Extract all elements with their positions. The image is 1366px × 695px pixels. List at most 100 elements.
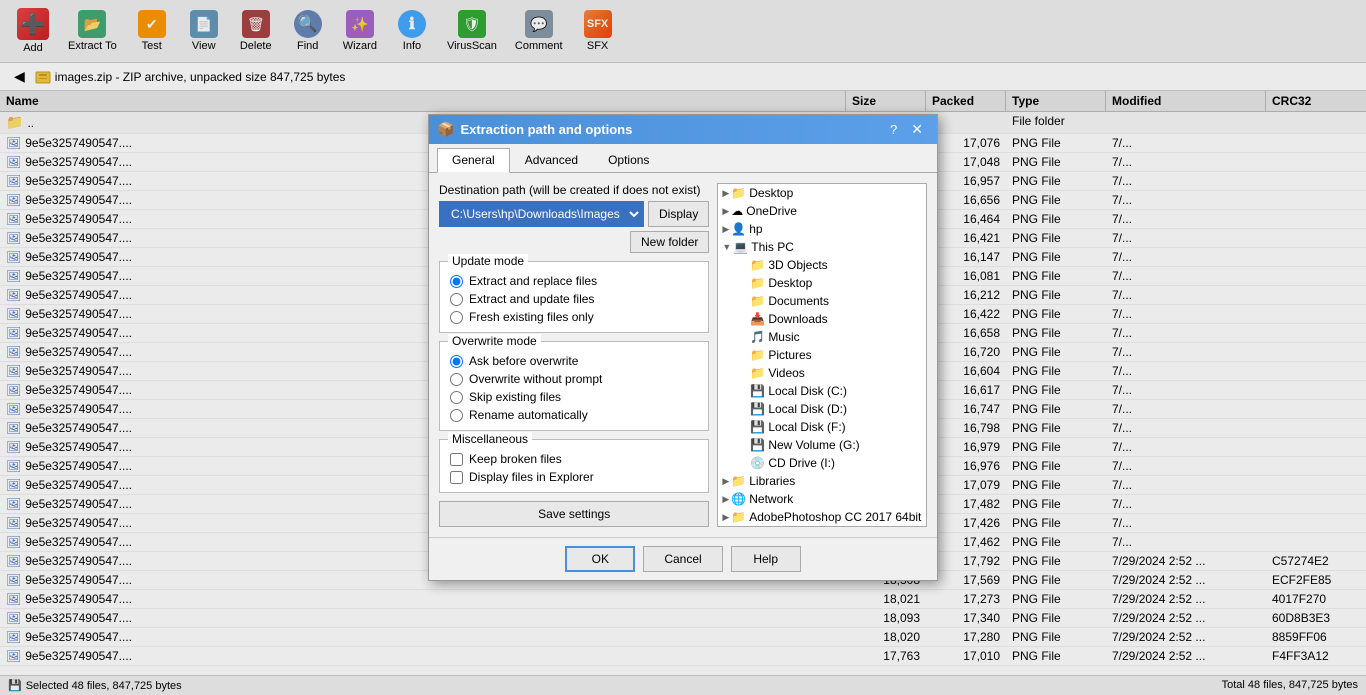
expand-icon[interactable]: ▶ <box>722 206 729 217</box>
tree-item-icon: 💾 <box>750 420 765 434</box>
tree-item[interactable]: 💿 CD Drive (I:) <box>718 454 926 472</box>
dialog-titlebar: 📦 Extraction path and options ? ✕ <box>429 115 937 144</box>
overwrite-mode-section: Overwrite mode Ask before overwrite Over… <box>439 341 709 431</box>
display-button[interactable]: Display <box>648 201 709 227</box>
save-settings-button[interactable]: Save settings <box>439 501 709 527</box>
help-button[interactable]: Help <box>731 546 801 572</box>
dialog-overlay: 📦 Extraction path and options ? ✕ Genera… <box>0 0 1366 695</box>
dest-path-section: Destination path (will be created if doe… <box>439 183 709 253</box>
radio-extract-replace[interactable]: Extract and replace files <box>450 274 698 288</box>
tree-item[interactable]: 💾 Local Disk (F:) <box>718 418 926 436</box>
tab-general[interactable]: General <box>437 148 510 173</box>
tree-item[interactable]: ▶ 📁 Desktop <box>718 184 926 202</box>
misc-section: Miscellaneous Keep broken files Display … <box>439 439 709 493</box>
checkbox-display-explorer[interactable]: Display files in Explorer <box>450 470 698 484</box>
tree-item[interactable]: 📁 3D Objects <box>718 256 926 274</box>
ok-button[interactable]: OK <box>565 546 635 572</box>
tree-item[interactable]: 💾 Local Disk (D:) <box>718 400 926 418</box>
tree-item-icon: 📁 <box>731 186 746 200</box>
dialog-buttons: OK Cancel Help <box>429 537 937 580</box>
radio-ask-before[interactable]: Ask before overwrite <box>450 354 698 368</box>
tree-item-icon: 💿 <box>750 456 765 470</box>
tree-item-icon: 📁 <box>750 294 765 308</box>
dialog-help-button[interactable]: ? <box>884 121 903 138</box>
folder-tree: ▶ 📁 Desktop ▶ ☁ OneDrive ▶ 👤 hp ▼ 💻 This… <box>718 184 926 526</box>
tree-item[interactable]: 📁 Videos <box>718 364 926 382</box>
tree-item-icon: 📁 <box>731 474 746 488</box>
cancel-button[interactable]: Cancel <box>643 546 722 572</box>
tree-item-icon: 💻 <box>733 240 748 254</box>
dialog-body: Destination path (will be created if doe… <box>429 173 937 537</box>
tree-item-label: Desktop <box>768 276 812 290</box>
tree-scrollbar[interactable] <box>911 275 927 500</box>
misc-title: Miscellaneous <box>448 432 532 446</box>
tree-item-label: This PC <box>751 240 794 254</box>
tree-item-label: Desktop <box>749 186 793 200</box>
dest-path-input[interactable]: C:\Users\hp\Downloads\Images <box>439 201 644 227</box>
dest-path-label: Destination path (will be created if doe… <box>439 183 709 197</box>
tree-item-label: Videos <box>768 366 804 380</box>
tree-item[interactable]: ▶ 👤 hp <box>718 220 926 238</box>
tree-item[interactable]: 💾 Local Disk (C:) <box>718 382 926 400</box>
tree-item-icon: 💾 <box>750 384 765 398</box>
extraction-dialog: 📦 Extraction path and options ? ✕ Genera… <box>428 114 938 581</box>
dialog-tree-panel: ▶ 📁 Desktop ▶ ☁ OneDrive ▶ 👤 hp ▼ 💻 This… <box>717 183 927 527</box>
tree-item-label: Libraries <box>749 474 795 488</box>
radio-skip-existing[interactable]: Skip existing files <box>450 390 698 404</box>
tree-item-icon: 💾 <box>750 438 765 452</box>
tree-item-icon: 📁 <box>750 276 765 290</box>
radio-fresh-only[interactable]: Fresh existing files only <box>450 310 698 324</box>
tab-advanced[interactable]: Advanced <box>510 148 593 172</box>
tree-item-icon: 🌐 <box>731 492 746 506</box>
tree-item[interactable]: ▶ 📁 AdobePhotoshop CC 2017 64bit <box>718 508 926 526</box>
tree-item[interactable]: 💾 New Volume (G:) <box>718 436 926 454</box>
tree-item-icon: 👤 <box>731 222 746 236</box>
tree-item-icon: 📁 <box>750 348 765 362</box>
expand-icon[interactable]: ▼ <box>722 242 731 252</box>
tree-item[interactable]: ▼ 💻 This PC <box>718 238 926 256</box>
dialog-left-panel: Destination path (will be created if doe… <box>439 183 709 527</box>
tree-item-icon: 📁 <box>731 510 746 524</box>
tree-item-icon: 💾 <box>750 402 765 416</box>
expand-icon[interactable]: ▶ <box>722 224 729 235</box>
new-folder-button[interactable]: New folder <box>630 231 709 253</box>
dialog-close-button[interactable]: ✕ <box>905 121 929 138</box>
overwrite-mode-title: Overwrite mode <box>448 334 541 348</box>
radio-overwrite-without[interactable]: Overwrite without prompt <box>450 372 698 386</box>
tree-item-icon: 🎵 <box>750 330 765 344</box>
dialog-title-text: Extraction path and options <box>460 122 632 137</box>
dialog-title-buttons: ? ✕ <box>884 121 929 138</box>
tree-item[interactable]: 📁 Pictures <box>718 346 926 364</box>
radio-extract-update[interactable]: Extract and update files <box>450 292 698 306</box>
tree-item-label: Local Disk (C:) <box>768 384 847 398</box>
expand-icon[interactable]: ▶ <box>722 188 729 199</box>
dialog-title-left: 📦 Extraction path and options <box>437 121 632 138</box>
tree-item[interactable]: 📁 Documents <box>718 292 926 310</box>
dialog-tabs: General Advanced Options <box>429 144 937 173</box>
update-mode-section: Update mode Extract and replace files Ex… <box>439 261 709 333</box>
tree-item[interactable]: 🎵 Music <box>718 328 926 346</box>
expand-icon[interactable]: ▶ <box>722 494 729 505</box>
tree-item-label: Pictures <box>768 348 811 362</box>
tree-item[interactable]: ▶ 📁 Libraries <box>718 472 926 490</box>
tree-item-icon: ☁ <box>731 204 743 218</box>
tree-item[interactable]: 📥 Downloads <box>718 310 926 328</box>
tab-options[interactable]: Options <box>593 148 664 172</box>
tree-item[interactable]: ▶ ☁ OneDrive <box>718 202 926 220</box>
tree-item-label: Documents <box>768 294 829 308</box>
tree-item-label: Downloads <box>768 312 827 326</box>
expand-icon[interactable]: ▶ <box>722 476 729 487</box>
tree-item-label: hp <box>749 222 762 236</box>
tree-item-label: CD Drive (I:) <box>768 456 835 470</box>
tree-item[interactable]: 📁 Desktop <box>718 274 926 292</box>
tree-item-label: 3D Objects <box>768 258 827 272</box>
tree-item-icon: 📁 <box>750 366 765 380</box>
tree-item-label: OneDrive <box>746 204 797 218</box>
radio-rename-auto[interactable]: Rename automatically <box>450 408 698 422</box>
expand-icon[interactable]: ▶ <box>722 512 729 523</box>
checkbox-keep-broken[interactable]: Keep broken files <box>450 452 698 466</box>
tree-item-label: New Volume (G:) <box>768 438 859 452</box>
tree-item[interactable]: ▶ 🌐 Network <box>718 490 926 508</box>
update-mode-title: Update mode <box>448 254 528 268</box>
tree-item-icon: 📥 <box>750 312 765 326</box>
